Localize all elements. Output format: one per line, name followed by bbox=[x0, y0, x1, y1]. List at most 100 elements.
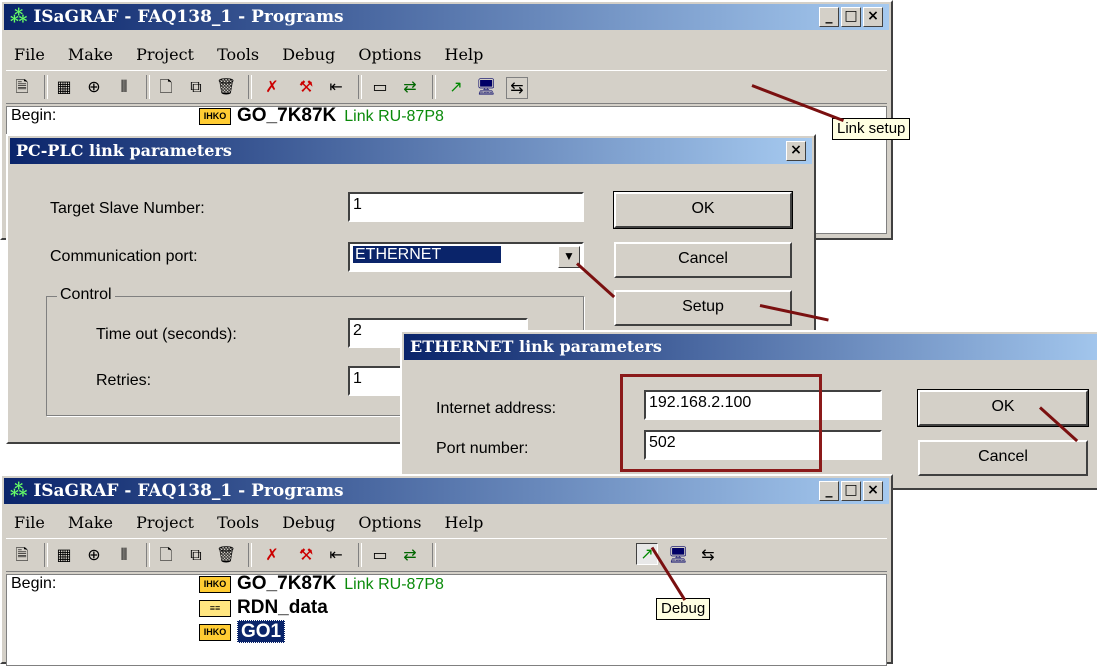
program-name: GO_7K87K bbox=[237, 105, 337, 126]
communication-port-select[interactable]: ETHERNET ▼ bbox=[348, 242, 584, 272]
target-slave-label: Target Slave Number: bbox=[50, 200, 205, 217]
properties-icon[interactable]: 🗎 bbox=[12, 545, 32, 565]
delete-icon[interactable]: 🗑 bbox=[216, 545, 236, 565]
debug-icon[interactable]: ↗ bbox=[446, 77, 466, 97]
retries-label: Retries: bbox=[96, 372, 152, 389]
bottom-window-title: ISaGRAF - FAQ138_1 - Programs bbox=[33, 481, 344, 501]
debug-callout: Debug bbox=[656, 598, 711, 620]
maximize-button[interactable]: □ bbox=[841, 481, 861, 501]
compile-icon[interactable]: ⇤ bbox=[326, 545, 346, 565]
port-number-label: Port number: bbox=[436, 440, 529, 457]
program-type-icon: ≡≡ bbox=[199, 600, 231, 617]
link-ok-label: OK bbox=[691, 200, 715, 217]
minimize-button[interactable]: _ bbox=[819, 481, 839, 501]
bottom-toolbar: 🗎 ▦ ⊕ ⦀ 🗋 ⧉ 🗑 ✗ ⚒ ⇤ ▭ ⇄ ↗ 🖥 ⇆ bbox=[6, 538, 887, 572]
link-setup-icon[interactable]: ⇆ bbox=[506, 77, 528, 99]
bottom-main-window: ⁂ ISaGRAF - FAQ138_1 - Programs _ □ × Fi… bbox=[0, 474, 893, 666]
link-setup-icon[interactable]: ⇆ bbox=[698, 545, 718, 565]
close-button[interactable]: × bbox=[863, 7, 883, 27]
link-dialog-close-button[interactable]: × bbox=[786, 141, 806, 161]
make-icon[interactable]: ⚒ bbox=[296, 77, 316, 97]
ethernet-cancel-label: Cancel bbox=[978, 448, 1028, 465]
program-item-selected[interactable]: IHKO GO1 bbox=[199, 620, 286, 643]
menu-options[interactable]: Options bbox=[358, 513, 421, 532]
target-slave-field[interactable]: 1 bbox=[348, 192, 584, 222]
menu-debug[interactable]: Debug bbox=[282, 45, 335, 64]
internet-address-label: Internet address: bbox=[436, 400, 557, 417]
toolbar-separator bbox=[146, 75, 150, 99]
make-icon[interactable]: ⚒ bbox=[296, 545, 316, 565]
program-item[interactable]: IHKO GO_7K87K Link RU-87P8 bbox=[199, 105, 444, 127]
ethernet-dialog-title-bar[interactable]: ETHERNET link parameters bbox=[404, 334, 1097, 360]
simulate-icon[interactable]: ▭ bbox=[370, 77, 390, 97]
link-dialog-title: PC-PLC link parameters bbox=[16, 141, 232, 160]
program-name: GO_7K87K bbox=[237, 573, 337, 594]
io-connection-icon[interactable]: ⊕ bbox=[84, 545, 104, 565]
menu-project[interactable]: Project bbox=[136, 45, 194, 64]
timeout-label: Time out (seconds): bbox=[96, 326, 237, 343]
app-icon: ⁂ bbox=[10, 7, 28, 27]
menu-tools[interactable]: Tools bbox=[217, 45, 259, 64]
copy-program-icon[interactable]: ⧉ bbox=[186, 77, 206, 97]
main-window-title-bar[interactable]: ⁂ ISaGRAF - FAQ138_1 - Programs _ □ × bbox=[4, 4, 889, 30]
begin-label: Begin: bbox=[11, 107, 57, 124]
link-setup-callout: Link setup bbox=[832, 118, 911, 140]
link-ok-button[interactable]: OK bbox=[613, 191, 793, 229]
toolbar-separator bbox=[358, 543, 362, 567]
toolbar-separator bbox=[248, 543, 252, 567]
main-window-title: ISaGRAF - FAQ138_1 - Programs bbox=[33, 7, 344, 27]
menu-file[interactable]: File bbox=[14, 45, 45, 64]
program-type-icon: IHKO bbox=[199, 576, 231, 593]
toolbar-separator bbox=[146, 543, 150, 567]
dictionary-icon[interactable]: ▦ bbox=[54, 545, 74, 565]
new-program-icon[interactable]: 🗋 bbox=[156, 77, 176, 97]
toolbar-separator bbox=[44, 543, 48, 567]
monitor-icon[interactable]: 🖥 bbox=[476, 77, 496, 97]
io-board-icon[interactable]: ⦀ bbox=[114, 545, 134, 565]
properties-icon[interactable]: 🗎 bbox=[12, 77, 32, 97]
menu-help[interactable]: Help bbox=[445, 45, 484, 64]
menu-options[interactable]: Options bbox=[358, 45, 421, 64]
menu-bar: File Make Project Tools Debug Options He… bbox=[6, 42, 887, 68]
program-item[interactable]: IHKO GO_7K87K Link RU-87P8 bbox=[199, 573, 444, 595]
menu-make[interactable]: Make bbox=[68, 513, 113, 532]
toolbar-separator bbox=[358, 75, 362, 99]
menu-tools[interactable]: Tools bbox=[217, 513, 259, 532]
ethernet-cancel-button[interactable]: Cancel bbox=[918, 440, 1088, 476]
program-name: GO1 bbox=[237, 620, 286, 643]
menu-file[interactable]: File bbox=[14, 513, 45, 532]
menu-help[interactable]: Help bbox=[445, 513, 484, 532]
link-cancel-button[interactable]: Cancel bbox=[614, 242, 792, 278]
close-button[interactable]: × bbox=[863, 481, 883, 501]
bottom-window-title-bar[interactable]: ⁂ ISaGRAF - FAQ138_1 - Programs _ □ × bbox=[4, 478, 889, 504]
verify-icon[interactable]: ✗ bbox=[262, 77, 282, 97]
program-name: RDN_data bbox=[237, 597, 328, 618]
toolbar-separator bbox=[248, 75, 252, 99]
program-item[interactable]: ≡≡ RDN_data bbox=[199, 597, 328, 619]
link-dialog-title-bar[interactable]: PC-PLC link parameters × bbox=[10, 138, 812, 164]
maximize-button[interactable]: □ bbox=[841, 7, 861, 27]
monitor-icon[interactable]: 🖥 bbox=[668, 545, 688, 565]
download-icon[interactable]: ⇄ bbox=[400, 77, 420, 97]
bottom-menu-bar: File Make Project Tools Debug Options He… bbox=[6, 510, 887, 536]
ethernet-ok-button[interactable]: OK bbox=[917, 389, 1089, 427]
copy-program-icon[interactable]: ⧉ bbox=[186, 545, 206, 565]
highlight-box bbox=[620, 374, 822, 472]
program-type-icon: IHKO bbox=[199, 108, 231, 125]
minimize-button[interactable]: _ bbox=[819, 7, 839, 27]
simulate-icon[interactable]: ▭ bbox=[370, 545, 390, 565]
new-program-icon[interactable]: 🗋 bbox=[156, 545, 176, 565]
verify-icon[interactable]: ✗ bbox=[262, 545, 282, 565]
download-icon[interactable]: ⇄ bbox=[400, 545, 420, 565]
ethernet-dialog-title: ETHERNET link parameters bbox=[410, 337, 662, 356]
compile-icon[interactable]: ⇤ bbox=[326, 77, 346, 97]
io-connection-icon[interactable]: ⊕ bbox=[84, 77, 104, 97]
dictionary-icon[interactable]: ▦ bbox=[54, 77, 74, 97]
program-link-text: Link RU-87P8 bbox=[344, 576, 444, 593]
io-board-icon[interactable]: ⦀ bbox=[114, 77, 134, 97]
delete-icon[interactable]: 🗑 bbox=[216, 77, 236, 97]
toolbar-separator bbox=[432, 543, 436, 567]
menu-debug[interactable]: Debug bbox=[282, 513, 335, 532]
menu-project[interactable]: Project bbox=[136, 513, 194, 532]
menu-make[interactable]: Make bbox=[68, 45, 113, 64]
